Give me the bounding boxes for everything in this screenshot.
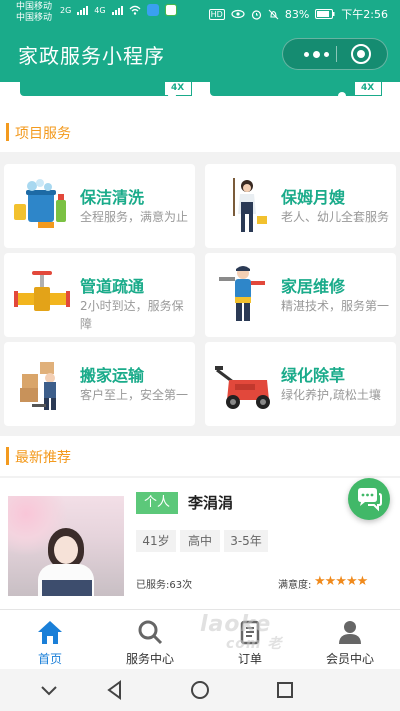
chat-button[interactable] <box>348 478 390 520</box>
service-card-weeding[interactable]: 绿化除草 绿化养护,疏松土壤 <box>205 342 396 426</box>
service-desc: 全程服务，满意为止 <box>80 210 189 224</box>
signal-indicators: 2G 4G <box>60 4 177 16</box>
carrier-info: 中国移动 中国移动 <box>16 2 52 24</box>
user-icon <box>339 621 361 644</box>
coupon-card[interactable]: 4X <box>210 82 382 100</box>
recommend-card[interactable]: 个人 李涓涓 41岁 高中 3-5年 已服务:63次 满意度: ★★★★★ <box>0 478 400 618</box>
alarm-icon <box>251 9 261 20</box>
miniprogram-capsule <box>282 38 388 70</box>
watermark: laoke com 老 <box>200 612 282 653</box>
lawn-mower-icon <box>215 366 270 409</box>
home-icon <box>38 621 62 644</box>
app-notification-icon <box>146 4 159 16</box>
service-card-nanny[interactable]: 保姆月嫂 老人、幼儿全套服务 <box>205 164 396 248</box>
home-button-icon[interactable] <box>189 679 211 701</box>
status-bar: 中国移动 中国移动 2G 4G HD 83% 下午2:56 <box>0 0 400 26</box>
more-menu-button[interactable] <box>297 39 335 69</box>
worker-type-badge: 个人 <box>136 492 178 514</box>
carrier-2: 中国移动 <box>16 13 53 23</box>
coupon-tab: 4X <box>354 82 382 96</box>
status-right: HD 83% 下午2:56 <box>208 6 388 22</box>
mute-icon <box>268 9 279 19</box>
served-count: 已服务:63次 <box>136 580 193 591</box>
clock: 下午2:56 <box>341 8 388 21</box>
coupon-notch <box>168 92 176 100</box>
section-accent-bar <box>6 123 9 141</box>
tab-label: 服务中心 <box>125 652 174 666</box>
satisfaction-label: 满意度: <box>278 580 312 591</box>
coupon-card[interactable]: 4X <box>20 82 192 100</box>
pipe-icon <box>14 271 70 311</box>
tab-service-center[interactable]: 服务中心 <box>100 610 200 670</box>
services-section-header: 项目服务 <box>0 112 400 152</box>
page-title: 家政服务小程序 <box>18 44 165 68</box>
section-accent-bar <box>6 447 9 465</box>
section-title: 最新推荐 <box>15 450 71 466</box>
tab-member-center[interactable]: 会员中心 <box>300 610 400 670</box>
eye-icon <box>231 9 245 19</box>
worker-photo <box>8 496 124 596</box>
battery-icon <box>315 9 335 19</box>
service-desc: 老人、幼儿全套服务 <box>281 210 390 224</box>
battery-percent: 83% <box>284 7 310 21</box>
worker-name: 李涓涓 <box>188 494 234 512</box>
watermark-line-2: com 老 <box>226 636 283 652</box>
network-type-1: 2G <box>60 5 72 15</box>
worker-tag-age: 41岁 <box>136 530 176 552</box>
service-name: 保洁清洗 <box>80 188 145 207</box>
recents-icon[interactable] <box>274 679 296 701</box>
hd-badge: HD <box>208 8 225 20</box>
repairman-icon <box>219 266 265 321</box>
rating-stars: ★★★★★ <box>314 574 368 589</box>
close-miniprogram-icon[interactable] <box>351 44 371 64</box>
service-name: 保姆月嫂 <box>281 188 346 207</box>
nanny-icon <box>233 178 267 232</box>
signal-icon-2 <box>111 5 123 15</box>
service-name: 管道疏通 <box>80 277 145 296</box>
signal-icon <box>77 5 89 15</box>
coupon-label: 4X <box>361 83 375 93</box>
network-type-2: 4G <box>94 5 106 15</box>
collapse-icon[interactable] <box>38 679 60 701</box>
mover-icon <box>20 362 56 410</box>
tab-label: 首页 <box>37 652 62 666</box>
app-notification-icon-2 <box>164 4 177 16</box>
title-bar: 家政服务小程序 <box>0 26 400 82</box>
service-card-pipe[interactable]: 管道疏通 2小时到达，服务保障 <box>4 253 195 337</box>
coupon-strip: 4X 4X <box>0 82 400 112</box>
service-name: 家居维修 <box>281 277 346 296</box>
tab-label: 会员中心 <box>325 652 374 666</box>
recommend-section-header: 最新推荐 <box>0 436 400 476</box>
section-title: 项目服务 <box>15 126 71 142</box>
system-nav-bar <box>0 669 400 711</box>
service-name: 绿化除草 <box>281 366 346 385</box>
capsule-divider <box>336 46 337 62</box>
service-desc: 精湛技术，服务第一 <box>281 299 390 313</box>
service-desc: 客户至上，安全第一 <box>80 388 189 402</box>
service-card-cleaning[interactable]: 保洁清洗 全程服务，满意为止 <box>4 164 195 248</box>
carrier-1: 中国移动 <box>16 2 53 12</box>
coupon-notch <box>338 92 346 100</box>
service-name: 搬家运输 <box>80 366 145 385</box>
service-desc: 2小时到达，服务保障 <box>80 299 184 331</box>
service-desc: 绿化养护,疏松土壤 <box>281 388 381 402</box>
service-card-moving[interactable]: 搬家运输 客户至上，安全第一 <box>4 342 195 426</box>
cleaning-bucket-icon <box>14 179 66 228</box>
service-card-repair[interactable]: 家居维修 精湛技术，服务第一 <box>205 253 396 337</box>
back-icon[interactable] <box>104 679 126 701</box>
tab-home[interactable]: 首页 <box>0 610 100 670</box>
wifi-icon <box>129 5 141 15</box>
worker-tag-experience: 3-5年 <box>224 530 268 552</box>
chat-icon <box>358 488 382 512</box>
search-icon <box>138 620 163 645</box>
worker-tag-education: 高中 <box>180 530 220 552</box>
